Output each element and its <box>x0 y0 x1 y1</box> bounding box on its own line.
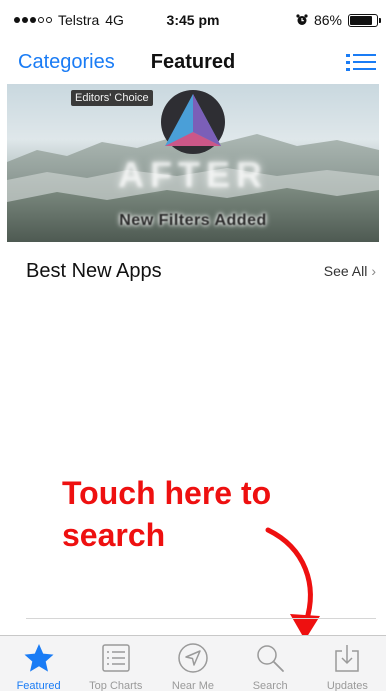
status-right: 86% <box>296 12 381 28</box>
tab-label: Near Me <box>171 680 215 691</box>
tab-featured[interactable]: Featured <box>2 642 76 691</box>
callout-line-1: Touch here to <box>62 475 272 511</box>
see-all-link[interactable]: See All › <box>324 263 376 279</box>
tab-search[interactable]: Search <box>233 642 307 691</box>
featured-banner[interactable]: Editors' Choice AFTER New Filters Added <box>7 84 379 242</box>
see-all-label: See All <box>323 263 368 279</box>
search-instruction-callout: Touch here to search <box>62 472 322 556</box>
callout-line-2: search <box>62 517 166 553</box>
section-title: Best New Apps <box>26 259 162 282</box>
tab-label: Top Charts <box>89 680 143 691</box>
status-left: Telstra 4G <box>14 12 124 28</box>
signal-dots-icon <box>14 17 52 23</box>
best-new-apps-header: Best New Apps See All › <box>0 248 386 294</box>
status-bar: Telstra 4G 3:45 pm 86% <box>0 0 386 40</box>
star-icon <box>23 642 55 674</box>
nav-bar: Categories Featured <box>0 40 386 84</box>
chevron-right-icon: › <box>371 263 376 279</box>
tab-label: Search <box>252 680 288 691</box>
navigation-arrow-icon <box>177 642 209 674</box>
tab-updates[interactable]: Updates <box>310 642 384 691</box>
tab-label: Updates <box>326 680 368 691</box>
hero-app-title: AFTER <box>118 154 268 195</box>
tab-near-me[interactable]: Near Me <box>156 642 230 691</box>
battery-fill <box>350 15 373 25</box>
list-icon <box>100 642 132 674</box>
alarm-clock-icon <box>296 14 308 25</box>
categories-button[interactable]: Categories <box>18 51 115 74</box>
download-tray-icon <box>331 642 363 674</box>
list-icon[interactable] <box>346 51 376 73</box>
battery-percent: 86% <box>313 12 342 28</box>
divider <box>26 618 376 619</box>
battery-icon <box>348 13 381 27</box>
hero-caption: New Filters Added <box>119 212 267 229</box>
tab-bar: Featured Top Charts Near Me Search Updat… <box>0 635 386 691</box>
network-label: 4G <box>105 12 124 28</box>
editors-choice-badge: Editors' Choice <box>71 90 153 106</box>
carrier-label: Telstra <box>58 12 100 28</box>
search-icon <box>254 642 286 674</box>
tab-label: Featured <box>16 680 61 691</box>
tab-top-charts[interactable]: Top Charts <box>79 642 153 691</box>
